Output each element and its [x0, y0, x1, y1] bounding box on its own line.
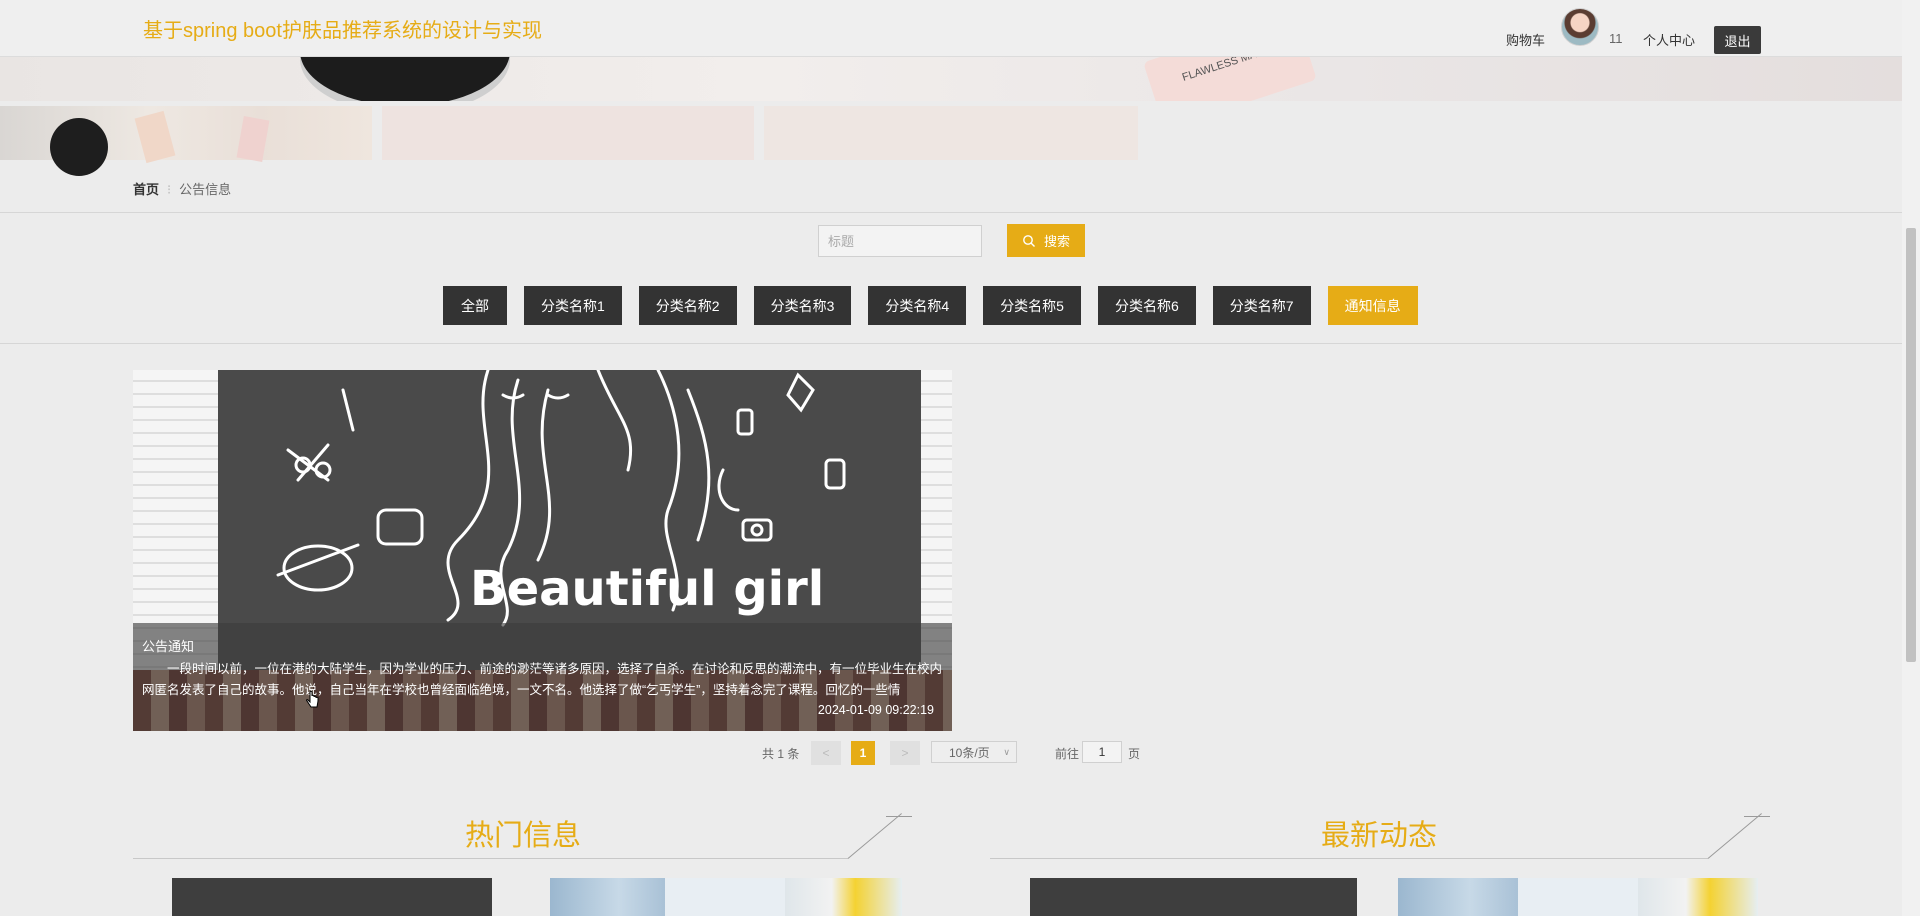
- tab-category-2[interactable]: 分类名称2: [638, 286, 737, 325]
- section-decoration: [886, 816, 912, 817]
- banner-thumbnail-3[interactable]: [764, 106, 1138, 160]
- top-header: 基于spring boot护肤品推荐系统的设计与实现 购物车 11 个人中心 退…: [0, 0, 1902, 57]
- notice-card[interactable]: Beautiful girl 公告通知 一段时间以前，一位在港的大陆学生，因为学…: [133, 370, 952, 731]
- section-title-latest: 最新动态: [1321, 820, 1438, 852]
- section-decoration: [1707, 813, 1762, 859]
- latest-item-image[interactable]: [1398, 878, 1518, 916]
- tab-all[interactable]: 全部: [443, 286, 507, 325]
- tab-notice-info[interactable]: 通知信息: [1327, 286, 1418, 325]
- breadcrumb: 首页 ⁝ 公告信息: [133, 179, 231, 198]
- latest-item-image[interactable]: [1638, 878, 1758, 916]
- tab-category-4[interactable]: 分类名称4: [868, 286, 967, 325]
- tab-category-6[interactable]: 分类名称6: [1097, 286, 1196, 325]
- divider: [0, 212, 1902, 213]
- latest-item-image[interactable]: [1518, 878, 1638, 916]
- card-image-illustration: Beautiful girl: [276, 370, 846, 627]
- banner-cosmetic-jar: [300, 56, 510, 101]
- section-decoration: [1744, 816, 1770, 817]
- pagination-goto-input[interactable]: [1082, 741, 1122, 763]
- tab-category-3[interactable]: 分类名称3: [753, 286, 852, 325]
- pagination-prev-button[interactable]: <: [811, 741, 841, 765]
- thumbnail-bottle: [236, 116, 270, 162]
- page-size-value: 10条/页: [949, 745, 990, 760]
- banner-thumbnail-1[interactable]: [0, 106, 372, 176]
- tab-category-5[interactable]: 分类名称5: [983, 286, 1081, 325]
- breadcrumb-current: 公告信息: [179, 182, 232, 197]
- hot-item-image[interactable]: [785, 878, 902, 916]
- user-avatar[interactable]: [1561, 8, 1599, 46]
- tab-category-1[interactable]: 分类名称1: [524, 286, 622, 325]
- notice-type: 公告通知: [142, 639, 195, 654]
- scrollbar-thumb[interactable]: [1906, 228, 1916, 662]
- hot-item-image[interactable]: [550, 878, 665, 916]
- hot-item-image[interactable]: [665, 878, 785, 916]
- logout-button[interactable]: 退出: [1714, 26, 1761, 54]
- card-caption-overlay: 公告通知 一段时间以前，一位在港的大陆学生，因为学业的压力、前途的渺茫等诸多原因…: [133, 623, 952, 731]
- username: 11: [1609, 31, 1623, 46]
- search-icon: [1023, 234, 1035, 247]
- page-scrollbar[interactable]: [1902, 0, 1920, 916]
- latest-item-image[interactable]: [1030, 878, 1357, 916]
- section-underline: [133, 858, 848, 859]
- section-underline: [990, 858, 1708, 859]
- site-title[interactable]: 基于spring boot护肤品推荐系统的设计与实现: [143, 14, 542, 43]
- notice-description: 一段时间以前，一位在港的大陆学生，因为学业的压力、前途的渺茫等诸多原因，选择了自…: [142, 662, 943, 697]
- notice-timestamp: 2024-01-09 09:22:19: [817, 703, 934, 717]
- pagination-page-suffix: 页: [1128, 747, 1141, 761]
- pagination-page-1[interactable]: 1: [851, 741, 875, 765]
- thumbnail-jar: [50, 118, 108, 176]
- divider: [0, 343, 1902, 344]
- hot-item-image[interactable]: [172, 878, 492, 916]
- section-decoration: [847, 813, 902, 859]
- search-button[interactable]: 搜索: [1007, 224, 1085, 257]
- category-tabs: 全部 分类名称1 分类名称2 分类名称3 分类名称4 分类名称5 分类名称6 分…: [443, 286, 1418, 325]
- pagination-next-button[interactable]: >: [890, 741, 920, 765]
- pagination-goto-label: 前往: [1055, 747, 1080, 761]
- hero-banner: FLAWLESS MAKE-U: [0, 56, 1902, 101]
- profile-link[interactable]: 个人中心: [1643, 30, 1695, 49]
- pagination-total: 共 1 条: [762, 747, 800, 761]
- banner-thumbnail-2[interactable]: [382, 106, 754, 160]
- cart-link[interactable]: 购物车: [1506, 30, 1545, 49]
- card-image-caption: Beautiful girl: [470, 561, 824, 617]
- search-button-label: 搜索: [1043, 234, 1070, 249]
- thumbnail-bottle: [134, 110, 176, 164]
- hand-cursor-icon: [306, 690, 319, 708]
- breadcrumb-separator: ⁝: [167, 182, 172, 197]
- page-size-select[interactable]: 10条/页 ∨: [931, 741, 1017, 763]
- breadcrumb-home[interactable]: 首页: [133, 182, 159, 197]
- title-search-input[interactable]: [818, 225, 982, 257]
- tab-category-7[interactable]: 分类名称7: [1212, 286, 1311, 325]
- section-title-hot: 热门信息: [465, 820, 582, 852]
- chevron-down-icon: ∨: [1003, 747, 1010, 757]
